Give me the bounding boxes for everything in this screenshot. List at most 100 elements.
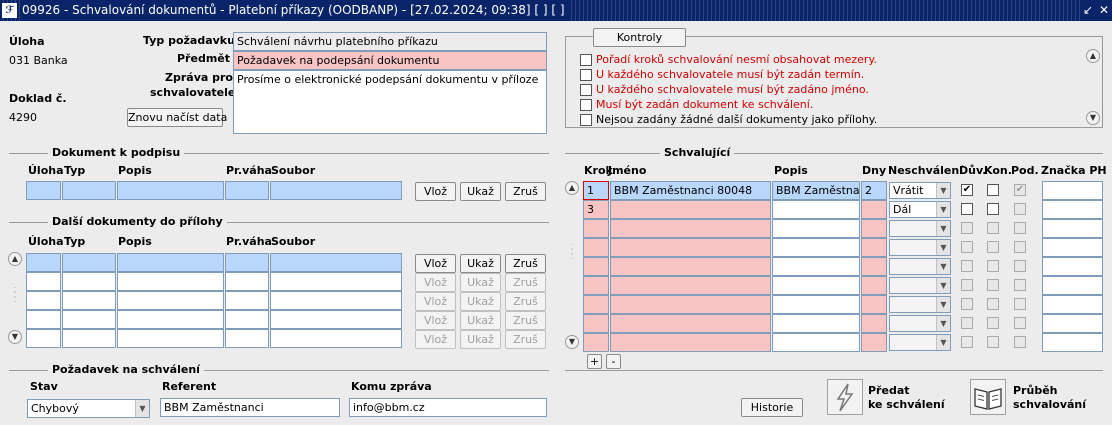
scroll-down-icon[interactable]: ▼ xyxy=(565,335,579,349)
doc-typ-field[interactable] xyxy=(62,181,116,200)
remove-row-button[interactable]: - xyxy=(606,354,621,369)
dalsi-zrus-button[interactable]: Zruš xyxy=(505,292,546,311)
scroll-up-icon[interactable]: ▲ xyxy=(8,252,22,266)
kon-checkbox[interactable] xyxy=(987,241,999,253)
dalsi-cell[interactable] xyxy=(270,329,402,348)
znacka-ph-field[interactable] xyxy=(1042,295,1103,314)
duv-checkbox[interactable] xyxy=(961,241,973,253)
scroll-down-icon[interactable]: ▼ xyxy=(8,330,22,344)
jmeno-field[interactable]: BBM Zaměstnanci 80048 xyxy=(610,181,771,200)
neschvaleni-select[interactable]: Dál ▼ xyxy=(889,201,951,218)
dalsi-cell[interactable] xyxy=(26,272,61,291)
jmeno-field[interactable] xyxy=(610,276,771,295)
jmeno-field[interactable] xyxy=(610,238,771,257)
komu-zprava-field[interactable]: info@bbm.cz xyxy=(349,398,547,417)
dny-field[interactable] xyxy=(861,200,887,219)
pod-checkbox[interactable] xyxy=(1014,241,1026,253)
dalsi-cell[interactable] xyxy=(26,291,61,310)
kontrola-checkbox[interactable] xyxy=(580,84,592,96)
add-row-button[interactable]: + xyxy=(587,354,602,369)
scroll-down-icon[interactable]: ▼ xyxy=(1086,111,1100,125)
krok-field[interactable] xyxy=(583,219,609,238)
dalsi-zrus-button[interactable]: Zruš xyxy=(505,273,546,292)
chevron-down-icon[interactable]: ▼ xyxy=(936,221,950,236)
kontrola-checkbox[interactable] xyxy=(580,54,592,66)
dalsi-cell[interactable] xyxy=(270,310,402,329)
dalsi-cell[interactable] xyxy=(62,329,116,348)
oracle-forms-icon[interactable]: ℱ xyxy=(2,3,17,18)
dny-field[interactable] xyxy=(861,333,887,352)
dny-field[interactable] xyxy=(861,219,887,238)
schvalujici-scrollbar[interactable]: ▲ ⁚ ⁚ ⁚ ▼ xyxy=(565,181,579,349)
scroll-up-icon[interactable]: ▲ xyxy=(565,181,579,195)
kon-checkbox[interactable] xyxy=(987,298,999,310)
dalsi-cell[interactable] xyxy=(270,253,402,272)
znacka-ph-field[interactable] xyxy=(1042,200,1103,219)
dalsi-cell[interactable] xyxy=(270,291,402,310)
duv-checkbox[interactable]: ✔ xyxy=(961,184,973,196)
krok-field[interactable] xyxy=(583,295,609,314)
doc-vloz-button[interactable]: Vlož xyxy=(415,182,456,201)
dalsi-vloz-button[interactable]: Vlož xyxy=(415,254,456,273)
pod-checkbox[interactable] xyxy=(1014,317,1026,329)
dalsi-cell[interactable] xyxy=(26,310,61,329)
jmeno-field[interactable] xyxy=(610,333,771,352)
krok-field[interactable] xyxy=(583,314,609,333)
dalsi-cell[interactable] xyxy=(26,329,61,348)
restore-icon[interactable]: ↙ xyxy=(1080,0,1097,21)
kon-checkbox[interactable] xyxy=(987,203,999,215)
dalsi-vloz-button[interactable]: Vlož xyxy=(415,330,456,349)
doc-zrus-button[interactable]: Zruš xyxy=(505,182,546,201)
dalsi-cell[interactable] xyxy=(225,310,269,329)
dalsi-ukaz-button[interactable]: Ukaž xyxy=(460,273,501,292)
neschvaleni-select[interactable]: ▼ xyxy=(889,296,951,313)
dalsi-cell[interactable] xyxy=(117,253,224,272)
dny-field[interactable] xyxy=(861,257,887,276)
jmeno-field[interactable] xyxy=(610,295,771,314)
jmeno-field[interactable] xyxy=(610,200,771,219)
duv-checkbox[interactable] xyxy=(961,260,973,272)
pod-checkbox[interactable] xyxy=(1014,222,1026,234)
dalsi-cell[interactable] xyxy=(62,310,116,329)
duv-checkbox[interactable] xyxy=(961,279,973,291)
neschvaleni-select[interactable]: ▼ xyxy=(889,334,951,351)
neschvaleni-select[interactable]: ▼ xyxy=(889,220,951,237)
jmeno-field[interactable] xyxy=(610,257,771,276)
dalsi-cell[interactable] xyxy=(225,291,269,310)
dalsi-cell[interactable] xyxy=(117,329,224,348)
krok-field[interactable]: 1 xyxy=(583,181,609,200)
dalsi-vloz-button[interactable]: Vlož xyxy=(415,292,456,311)
dalsi-ukaz-button[interactable]: Ukaž xyxy=(460,254,501,273)
dny-field[interactable] xyxy=(861,314,887,333)
dny-field[interactable] xyxy=(861,295,887,314)
popis-field[interactable] xyxy=(772,257,860,276)
chevron-down-icon[interactable]: ▼ xyxy=(936,259,950,274)
kontrola-checkbox[interactable] xyxy=(580,69,592,81)
neschvaleni-select[interactable]: ▼ xyxy=(889,277,951,294)
reload-data-button[interactable]: Znovu načíst data xyxy=(127,108,227,127)
dalsi-cell[interactable] xyxy=(26,253,61,272)
dalsi-cell[interactable] xyxy=(270,272,402,291)
prubeh-button[interactable] xyxy=(970,379,1006,415)
znacka-ph-field[interactable] xyxy=(1042,181,1103,200)
znacka-ph-field[interactable] xyxy=(1042,238,1103,257)
dalsi-ukaz-button[interactable]: Ukaž xyxy=(460,311,501,330)
stav-select[interactable]: Chybový ▼ xyxy=(27,399,150,418)
doc-soubor-field[interactable] xyxy=(270,181,402,200)
chevron-down-icon[interactable]: ▼ xyxy=(936,335,950,350)
neschvaleni-select[interactable]: ▼ xyxy=(889,258,951,275)
chevron-down-icon[interactable]: ▼ xyxy=(936,240,950,255)
popis-field[interactable] xyxy=(772,200,860,219)
popis-field[interactable] xyxy=(772,314,860,333)
kon-checkbox[interactable] xyxy=(987,184,999,196)
krok-field[interactable] xyxy=(583,238,609,257)
chevron-down-icon[interactable]: ▼ xyxy=(936,183,950,198)
kontroly-button[interactable]: Kontroly xyxy=(593,28,686,47)
doc-popis-field[interactable] xyxy=(117,181,224,200)
dalsi-cell[interactable] xyxy=(117,291,224,310)
znacka-ph-field[interactable] xyxy=(1042,333,1103,352)
pod-checkbox[interactable] xyxy=(1014,336,1026,348)
duv-checkbox[interactable] xyxy=(961,317,973,329)
krok-field[interactable]: 3 xyxy=(583,200,609,219)
typ-pozadavku-field[interactable]: Schválení návrhu platebního příkazu xyxy=(233,32,547,51)
